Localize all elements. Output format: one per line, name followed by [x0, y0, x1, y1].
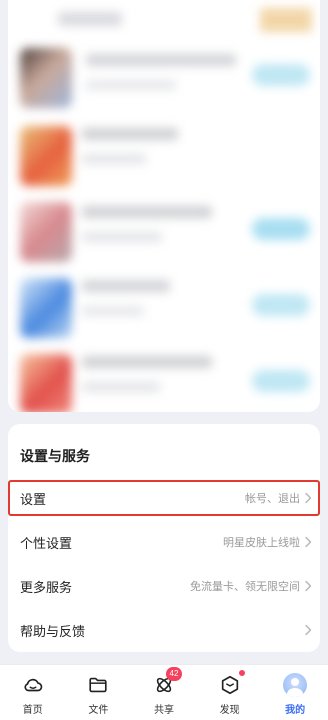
- row-label: 设置: [20, 491, 47, 507]
- chevron-right-icon: [304, 492, 312, 504]
- tab-label: 共享: [153, 705, 174, 716]
- tab-profile[interactable]: 我的: [262, 665, 328, 720]
- row-label: 个性设置: [20, 535, 73, 551]
- cloud-icon: [21, 673, 45, 697]
- promo-item[interactable]: [8, 194, 320, 274]
- cube-icon: [218, 670, 245, 697]
- avatar: [283, 673, 308, 697]
- promo-item[interactable]: [8, 118, 320, 198]
- settings-row-account[interactable]: 设置 帐号、退出: [8, 480, 320, 516]
- tab-label: 我的: [285, 705, 306, 716]
- row-label: 帮助与反馈: [20, 623, 86, 639]
- chevron-right-icon: [304, 580, 312, 592]
- promo-top-strip: [8, 0, 320, 40]
- tab-home[interactable]: 首页: [0, 665, 66, 720]
- row-desc: 帐号、退出: [245, 493, 300, 505]
- tab-files[interactable]: 文件: [66, 665, 132, 720]
- row-desc: 明星皮肤上线啦: [223, 537, 300, 549]
- promo-item[interactable]: [8, 270, 320, 350]
- chevron-right-icon: [304, 536, 312, 548]
- bottom-tab-bar: 首页 文件 42 共享 发现 我的: [0, 664, 328, 720]
- settings-services-card: 设置与服务 设置 帐号、退出 个性设置 明星皮肤上线啦 更多服务 免流量卡、领无…: [8, 424, 320, 652]
- row-label: 更多服务: [20, 579, 73, 595]
- tab-share[interactable]: 42 共享: [131, 665, 197, 720]
- settings-row-personalize[interactable]: 个性设置 明星皮肤上线啦: [8, 524, 320, 560]
- tab-discover[interactable]: 发现: [197, 665, 263, 720]
- promo-item[interactable]: [8, 346, 320, 412]
- tab-label: 文件: [88, 705, 109, 716]
- settings-row-more-services[interactable]: 更多服务 免流量卡、领无限空间: [8, 568, 320, 604]
- share-atom-icon: 42: [152, 667, 182, 697]
- promo-item[interactable]: [8, 40, 320, 120]
- promo-list: [8, 0, 320, 412]
- tab-label: 首页: [22, 705, 43, 716]
- share-badge: 42: [165, 667, 182, 681]
- row-desc: 免流量卡、领无限空间: [190, 581, 300, 593]
- tab-label: 发现: [219, 705, 240, 716]
- folder-icon: [86, 673, 110, 697]
- section-title: 设置与服务: [20, 448, 90, 464]
- notification-dot: [238, 670, 245, 676]
- settings-row-help-feedback[interactable]: 帮助与反馈: [8, 612, 320, 648]
- chevron-right-icon: [304, 624, 312, 636]
